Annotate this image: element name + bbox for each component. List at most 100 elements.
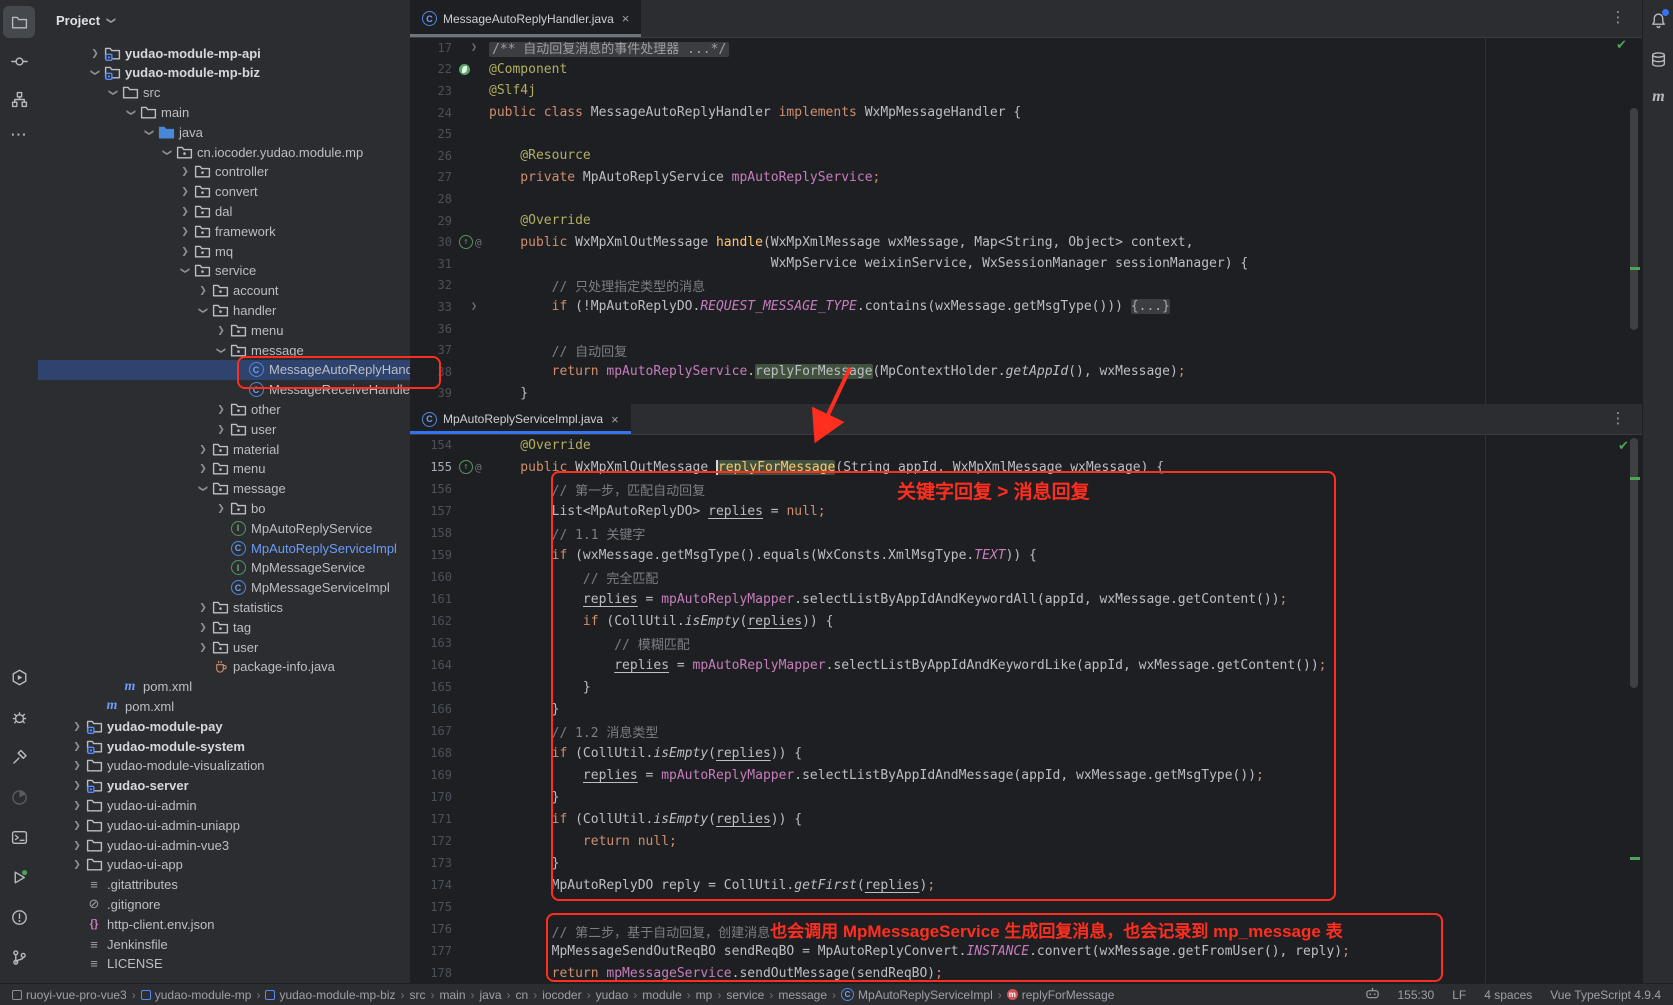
tree-item-MpMessageService[interactable]: IMpMessageService [38,558,410,578]
tree-item-handler[interactable]: ❯handler [38,300,410,320]
code-line-161[interactable]: 161 replies = mpAutoReplyMapper.selectLi… [410,588,1642,610]
chevron-collapsed-icon[interactable]: ❯ [195,285,211,296]
code-line-155[interactable]: 155↑@ public WxMpXmlOutMessage replyForM… [410,456,1642,478]
code-line-170[interactable]: 170 } [410,786,1642,808]
tree-item-menu[interactable]: ❯menu [38,320,410,340]
chevron-collapsed-icon[interactable]: ❯ [69,840,85,851]
breadcrumb-cn[interactable]: cn [516,988,529,1002]
tree-item-account[interactable]: ❯account [38,281,410,301]
tree-item-yudao-module-system[interactable]: ❯yudao-module-system [38,736,410,756]
code-line-154[interactable]: 154 @Override [410,434,1642,456]
chevron-expanded-icon[interactable]: ❯ [126,104,137,120]
toolbar-project-icon[interactable] [3,6,35,38]
code-line-24[interactable]: 24public class MessageAutoReplyHandler i… [410,102,1642,124]
breadcrumb-MpAutoReplyServiceImpl[interactable]: CMpAutoReplyServiceImpl [841,988,993,1002]
close-icon[interactable]: × [622,11,630,26]
code-line-178[interactable]: 178 return mpMessageService.sendOutMessa… [410,962,1642,984]
tree-item-material[interactable]: ❯material [38,439,410,459]
tree-item-yudao-server[interactable]: ❯yudao-server [38,776,410,796]
chevron-collapsed-icon[interactable]: ❯ [177,186,193,197]
tree-item-mq[interactable]: ❯mq [38,241,410,261]
chevron-expanded-icon[interactable]: ❯ [198,302,209,318]
tree-item-LICENSE[interactable]: ≡LICENSE [38,954,410,974]
code-line-166[interactable]: 166 } [410,698,1642,720]
tree-item-.gitignore[interactable]: ⊘.gitignore [38,894,410,914]
tree-item-java[interactable]: ❯java [38,122,410,142]
chevron-down-icon[interactable]: ❯ [105,16,116,24]
tree-item-controller[interactable]: ❯controller [38,162,410,182]
code-line-26[interactable]: 26 @Resource [410,145,1642,167]
close-icon[interactable]: × [611,412,619,427]
caret-position[interactable]: 155:30 [1398,988,1435,1002]
code-line-172[interactable]: 172 return null; [410,830,1642,852]
chevron-collapsed-icon[interactable]: ❯ [69,859,85,870]
breadcrumb-yudao-module-mp-biz[interactable]: yudao-module-mp-biz [265,988,395,1002]
code-line-30[interactable]: 30↑@ public WxMpXmlOutMessage handle(WxM… [410,231,1642,253]
chevron-collapsed-icon[interactable]: ❯ [177,206,193,217]
code-line-156[interactable]: 156 // 第一步，匹配自动回复 [410,478,1642,500]
tree-item-MpMessageServiceImpl[interactable]: CMpMessageServiceImpl [38,578,410,598]
code-line-164[interactable]: 164 replies = mpAutoReplyMapper.selectLi… [410,654,1642,676]
chevron-collapsed-icon[interactable]: ❯ [213,503,229,514]
code-line-176[interactable]: 176 // 第二步，基于自动回复，创建消息也会调用 MpMessageServ… [410,918,1642,940]
toolbar-profiler-icon[interactable] [3,781,35,813]
tree-item-yudao-module-mp-biz[interactable]: ❯yudao-module-mp-biz [38,63,410,83]
chevron-collapsed-icon[interactable]: ❯ [177,226,193,237]
toolbar-maven-icon[interactable]: m [1643,81,1673,113]
tree-item-message[interactable]: ❯message [38,340,410,360]
tree-item-yudao-ui-admin-uniapp[interactable]: ❯yudao-ui-admin-uniapp [38,815,410,835]
tree-item-http-client.env.json[interactable]: {}http-client.env.json [38,914,410,934]
toolbar-run-icon[interactable] [3,661,35,693]
code-line-22[interactable]: 22@Component [410,59,1642,81]
toolbar-problems-icon[interactable] [3,901,35,933]
tree-item-package-info.java[interactable]: package-info.java [38,657,410,677]
code-line-168[interactable]: 168 if (CollUtil.isEmpty(replies)) { [410,742,1642,764]
chevron-collapsed-icon[interactable]: ❯ [87,48,103,59]
breadcrumb-message[interactable]: message [778,988,827,1002]
breadcrumb-module[interactable]: module [642,988,681,1002]
chevron-expanded-icon[interactable]: ❯ [198,481,209,497]
code-line-25[interactable]: 25 [410,123,1642,145]
code-line-167[interactable]: 167 // 1.2 消息类型 [410,720,1642,742]
chevron-collapsed-icon[interactable]: ❯ [195,463,211,474]
line-ending[interactable]: LF [1452,988,1466,1002]
tree-item-bo[interactable]: ❯bo [38,498,410,518]
code-line-175[interactable]: 175 [410,896,1642,918]
breadcrumb-main[interactable]: main [440,988,466,1002]
tree-item-framework[interactable]: ❯framework [38,221,410,241]
chevron-collapsed-icon[interactable]: ❯ [177,246,193,257]
tree-item-dal[interactable]: ❯dal [38,201,410,221]
toolbar-version-control-icon[interactable] [3,941,35,973]
chevron-collapsed-icon[interactable]: ❯ [69,820,85,831]
code-line-158[interactable]: 158 // 1.1 关键字 [410,522,1642,544]
code-line-163[interactable]: 163 // 模糊匹配 [410,632,1642,654]
breadcrumb-mp[interactable]: mp [696,988,713,1002]
toolbar-debug-icon[interactable] [3,701,35,733]
chevron-collapsed-icon[interactable]: ❯ [195,622,211,633]
tree-item-src[interactable]: ❯src [38,83,410,103]
code-line-28[interactable]: 28 [410,188,1642,210]
tree-item-message[interactable]: ❯message [38,479,410,499]
breadcrumb-ruoyi-vue-pro-vue3[interactable]: ruoyi-vue-pro-vue3 [12,988,127,1002]
breadcrumb-service[interactable]: service [726,988,764,1002]
tree-item-yudao-ui-admin-vue3[interactable]: ❯yudao-ui-admin-vue3 [38,835,410,855]
tree-item-other[interactable]: ❯other [38,399,410,419]
chevron-expanded-icon[interactable]: ❯ [144,124,155,140]
code-line-32[interactable]: 32 // 只处理指定类型的消息 [410,275,1642,297]
tree-item-user[interactable]: ❯user [38,419,410,439]
tree-item-convert[interactable]: ❯convert [38,182,410,202]
breadcrumb-replyForMessage[interactable]: mreplyForMessage [1007,988,1115,1002]
code-line-33[interactable]: 33❯ if (!MpAutoReplyDO.REQUEST_MESSAGE_T… [410,296,1642,318]
breadcrumb-yudao[interactable]: yudao [596,988,629,1002]
code-line-159[interactable]: 159 if (wxMessage.getMsgType().equals(Wx… [410,544,1642,566]
code-line-160[interactable]: 160 // 完全匹配 [410,566,1642,588]
tree-item-Jenkinsfile[interactable]: ≡Jenkinsfile [38,934,410,954]
chevron-collapsed-icon[interactable]: ❯ [69,721,85,732]
scrollbar-top[interactable] [1630,108,1638,330]
more-options-icon[interactable]: ⋮ [1607,8,1629,26]
toolbar-build-icon[interactable] [3,741,35,773]
code-line-174[interactable]: 174 MpAutoReplyDO reply = CollUtil.getFi… [410,874,1642,896]
tree-item-tag[interactable]: ❯tag [38,617,410,637]
code-line-38[interactable]: 38 return mpAutoReplyService.replyForMes… [410,361,1642,383]
toolbar-terminal-icon[interactable] [3,821,35,853]
